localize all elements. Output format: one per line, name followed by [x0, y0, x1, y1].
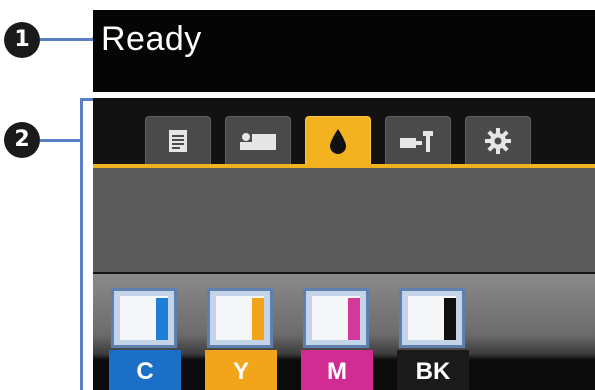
paper-icon [240, 132, 276, 150]
ink-drop-icon [330, 128, 346, 154]
status-text: Ready [101, 20, 202, 58]
control-panel-figure: 1 2 Ready C Y M BK [0, 0, 595, 390]
ink-level-bar-y [252, 298, 264, 340]
tab-maintenance[interactable] [385, 116, 451, 164]
tab-strip [93, 98, 595, 168]
ink-cartridge-bk [399, 288, 465, 348]
ink-cartridge-c [111, 288, 177, 348]
ink-level-bar-m [348, 298, 360, 340]
callout-1-leader [40, 38, 96, 41]
ink-window [216, 296, 264, 340]
main-panel: C Y M BK [93, 98, 595, 390]
tab-paper[interactable] [225, 116, 291, 164]
maintenance-icon [400, 130, 433, 152]
ink-window [408, 296, 456, 340]
ink-level-bar-c [156, 298, 168, 340]
ink-label-y: Y [205, 350, 277, 390]
ink-window [120, 296, 168, 340]
ink-label-c: C [109, 350, 181, 390]
callout-2-leader [40, 139, 80, 142]
callout-2-bracket-vertical [80, 98, 83, 390]
ink-cartridge-y [207, 288, 273, 348]
info-display-area [93, 168, 595, 272]
ink-cartridge-m [303, 288, 369, 348]
settings-gear-icon [485, 127, 511, 154]
ink-level-bar-bk [444, 298, 456, 340]
ink-window [312, 296, 360, 340]
tab-print-queue[interactable] [145, 116, 211, 164]
status-message-area: Ready [93, 10, 595, 92]
tab-ink[interactable] [305, 116, 371, 164]
tab-settings[interactable] [465, 116, 531, 164]
ink-label-m: M [301, 350, 373, 390]
callout-1: 1 [4, 22, 40, 58]
print-queue-icon [169, 129, 187, 152]
callout-2: 2 [4, 122, 40, 158]
ink-label-bk: BK [397, 350, 469, 390]
